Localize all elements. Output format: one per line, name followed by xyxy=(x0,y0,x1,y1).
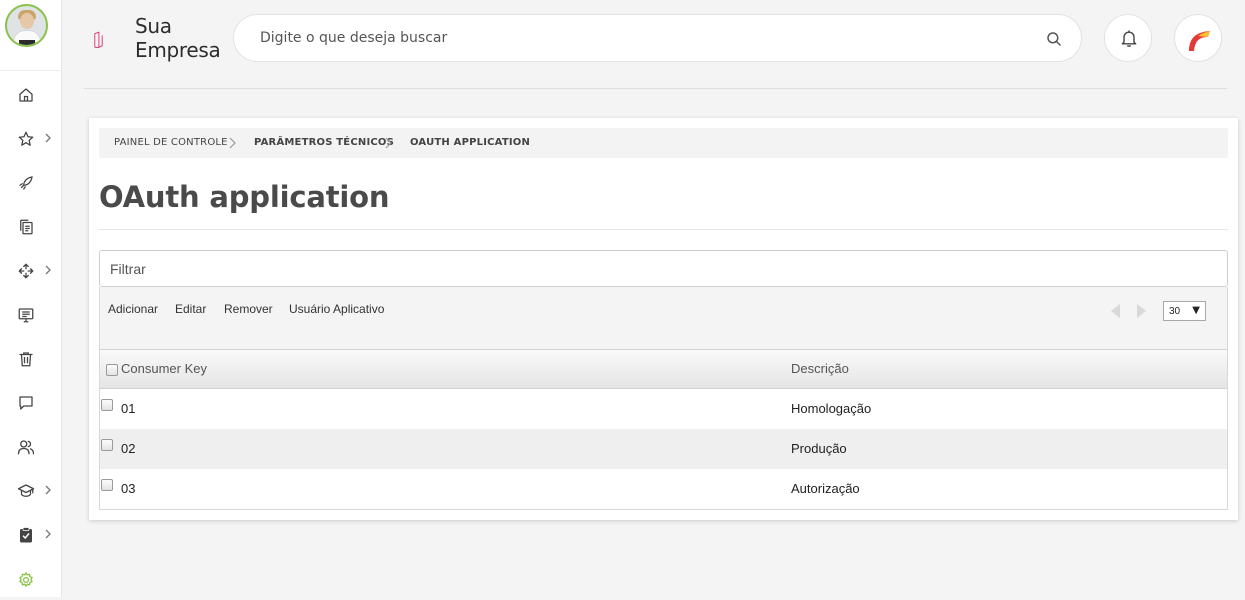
data-grid: Adicionar Editar Remover Usuário Aplicat… xyxy=(99,287,1228,510)
breadcrumb-item-technical-params[interactable]: Parâmetros técnicos xyxy=(254,137,394,148)
select-all-checkbox[interactable] xyxy=(106,364,118,376)
chevron-right-icon xyxy=(45,529,51,539)
app-user-button[interactable]: Usuário Aplicativo xyxy=(289,302,384,316)
company-name-line2: Empresa xyxy=(135,38,221,62)
brand-logo-icon xyxy=(1189,31,1210,51)
cell-description: Autorização xyxy=(791,481,860,496)
row-checkbox[interactable] xyxy=(101,399,113,411)
sidebar-item-favorites[interactable] xyxy=(0,119,62,159)
content-card: Painel de controle Parâmetros técnicos O… xyxy=(89,118,1238,520)
notifications-button[interactable] xyxy=(1104,14,1152,62)
table-row[interactable]: 01 Homologação xyxy=(100,389,1227,429)
add-button[interactable]: Adicionar xyxy=(108,302,158,316)
header-divider xyxy=(84,88,1227,89)
table-row[interactable]: 03 Autorização xyxy=(100,469,1227,509)
edit-button[interactable]: Editar xyxy=(175,302,206,316)
filter-placeholder: Filtrar xyxy=(110,261,146,277)
title-divider xyxy=(99,229,1228,230)
sidebar-item-users[interactable] xyxy=(0,427,62,467)
dropdown-arrow-icon: ▼ xyxy=(1192,305,1200,316)
company-name: Sua Empresa xyxy=(135,14,221,62)
sidebar-item-launch[interactable] xyxy=(0,163,62,203)
cell-description: Homologação xyxy=(791,401,872,416)
users-icon xyxy=(17,440,35,455)
sidebar-item-settings[interactable] xyxy=(0,560,62,600)
star-icon xyxy=(18,131,34,146)
chevron-right-icon xyxy=(45,485,51,495)
chevron-right-icon xyxy=(45,133,51,143)
page-size-select[interactable]: 30 ▼ xyxy=(1163,301,1206,321)
company-name-line1: Sua xyxy=(135,14,172,38)
breadcrumb-item-control-panel[interactable]: Painel de controle xyxy=(114,137,228,148)
grid-toolbar: Adicionar Editar Remover Usuário Aplicat… xyxy=(100,287,1227,350)
previous-page-icon[interactable] xyxy=(1108,302,1122,320)
sidebar-item-tasks[interactable] xyxy=(0,515,62,555)
filter-input[interactable]: Filtrar xyxy=(99,250,1228,287)
sidebar-item-documents[interactable] xyxy=(0,207,62,247)
table-row[interactable]: 02 Produção xyxy=(100,429,1227,469)
chevron-right-icon xyxy=(229,137,236,149)
sidebar-item-integrations[interactable] xyxy=(0,251,62,291)
app-brand-button[interactable] xyxy=(1174,14,1222,62)
table-header: Consumer Key Descrição xyxy=(100,350,1227,389)
rocket-icon xyxy=(19,176,33,190)
sidebar-item-home[interactable] xyxy=(0,75,62,115)
bell-icon xyxy=(1121,30,1137,47)
sidebar-item-trash[interactable] xyxy=(0,339,62,379)
chevron-right-icon xyxy=(385,137,392,149)
global-search[interactable]: Digite o que deseja buscar xyxy=(233,14,1082,62)
chat-icon xyxy=(19,396,33,410)
row-checkbox[interactable] xyxy=(101,439,113,451)
breadcrumb-item-current: OAuth application xyxy=(410,137,531,148)
integrations-icon xyxy=(18,263,34,279)
home-icon xyxy=(19,88,33,102)
sidebar-item-training[interactable] xyxy=(0,471,62,511)
column-header-description[interactable]: Descrição xyxy=(791,361,849,376)
sidebar xyxy=(0,0,62,597)
sidebar-item-monitor[interactable] xyxy=(0,295,62,335)
documents-icon xyxy=(20,219,33,235)
page-title: OAuth application xyxy=(99,180,390,214)
page-size-value: 30 xyxy=(1169,306,1181,317)
cell-consumer-key: 01 xyxy=(121,401,136,416)
next-page-icon[interactable] xyxy=(1135,302,1149,320)
chevron-right-icon xyxy=(45,265,51,275)
user-avatar[interactable] xyxy=(5,4,48,47)
monitor-icon xyxy=(18,308,34,323)
cell-consumer-key: 03 xyxy=(121,481,136,496)
row-checkbox[interactable] xyxy=(101,479,113,491)
sidebar-divider xyxy=(0,70,62,71)
search-icon[interactable] xyxy=(1045,30,1063,48)
column-header-consumer-key[interactable]: Consumer Key xyxy=(121,361,207,376)
remove-button[interactable]: Remover xyxy=(224,302,273,316)
breadcrumb: Painel de controle Parâmetros técnicos O… xyxy=(99,128,1228,158)
search-placeholder: Digite o que deseja buscar xyxy=(260,30,448,46)
graduation-cap-icon xyxy=(17,484,35,497)
cell-description: Produção xyxy=(791,441,847,456)
sidebar-item-chat[interactable] xyxy=(0,383,62,423)
cell-consumer-key: 02 xyxy=(121,441,136,456)
trash-icon xyxy=(19,352,33,367)
gear-icon xyxy=(19,572,33,587)
clipboard-check-icon xyxy=(20,527,32,543)
company-logo[interactable] xyxy=(94,9,130,71)
